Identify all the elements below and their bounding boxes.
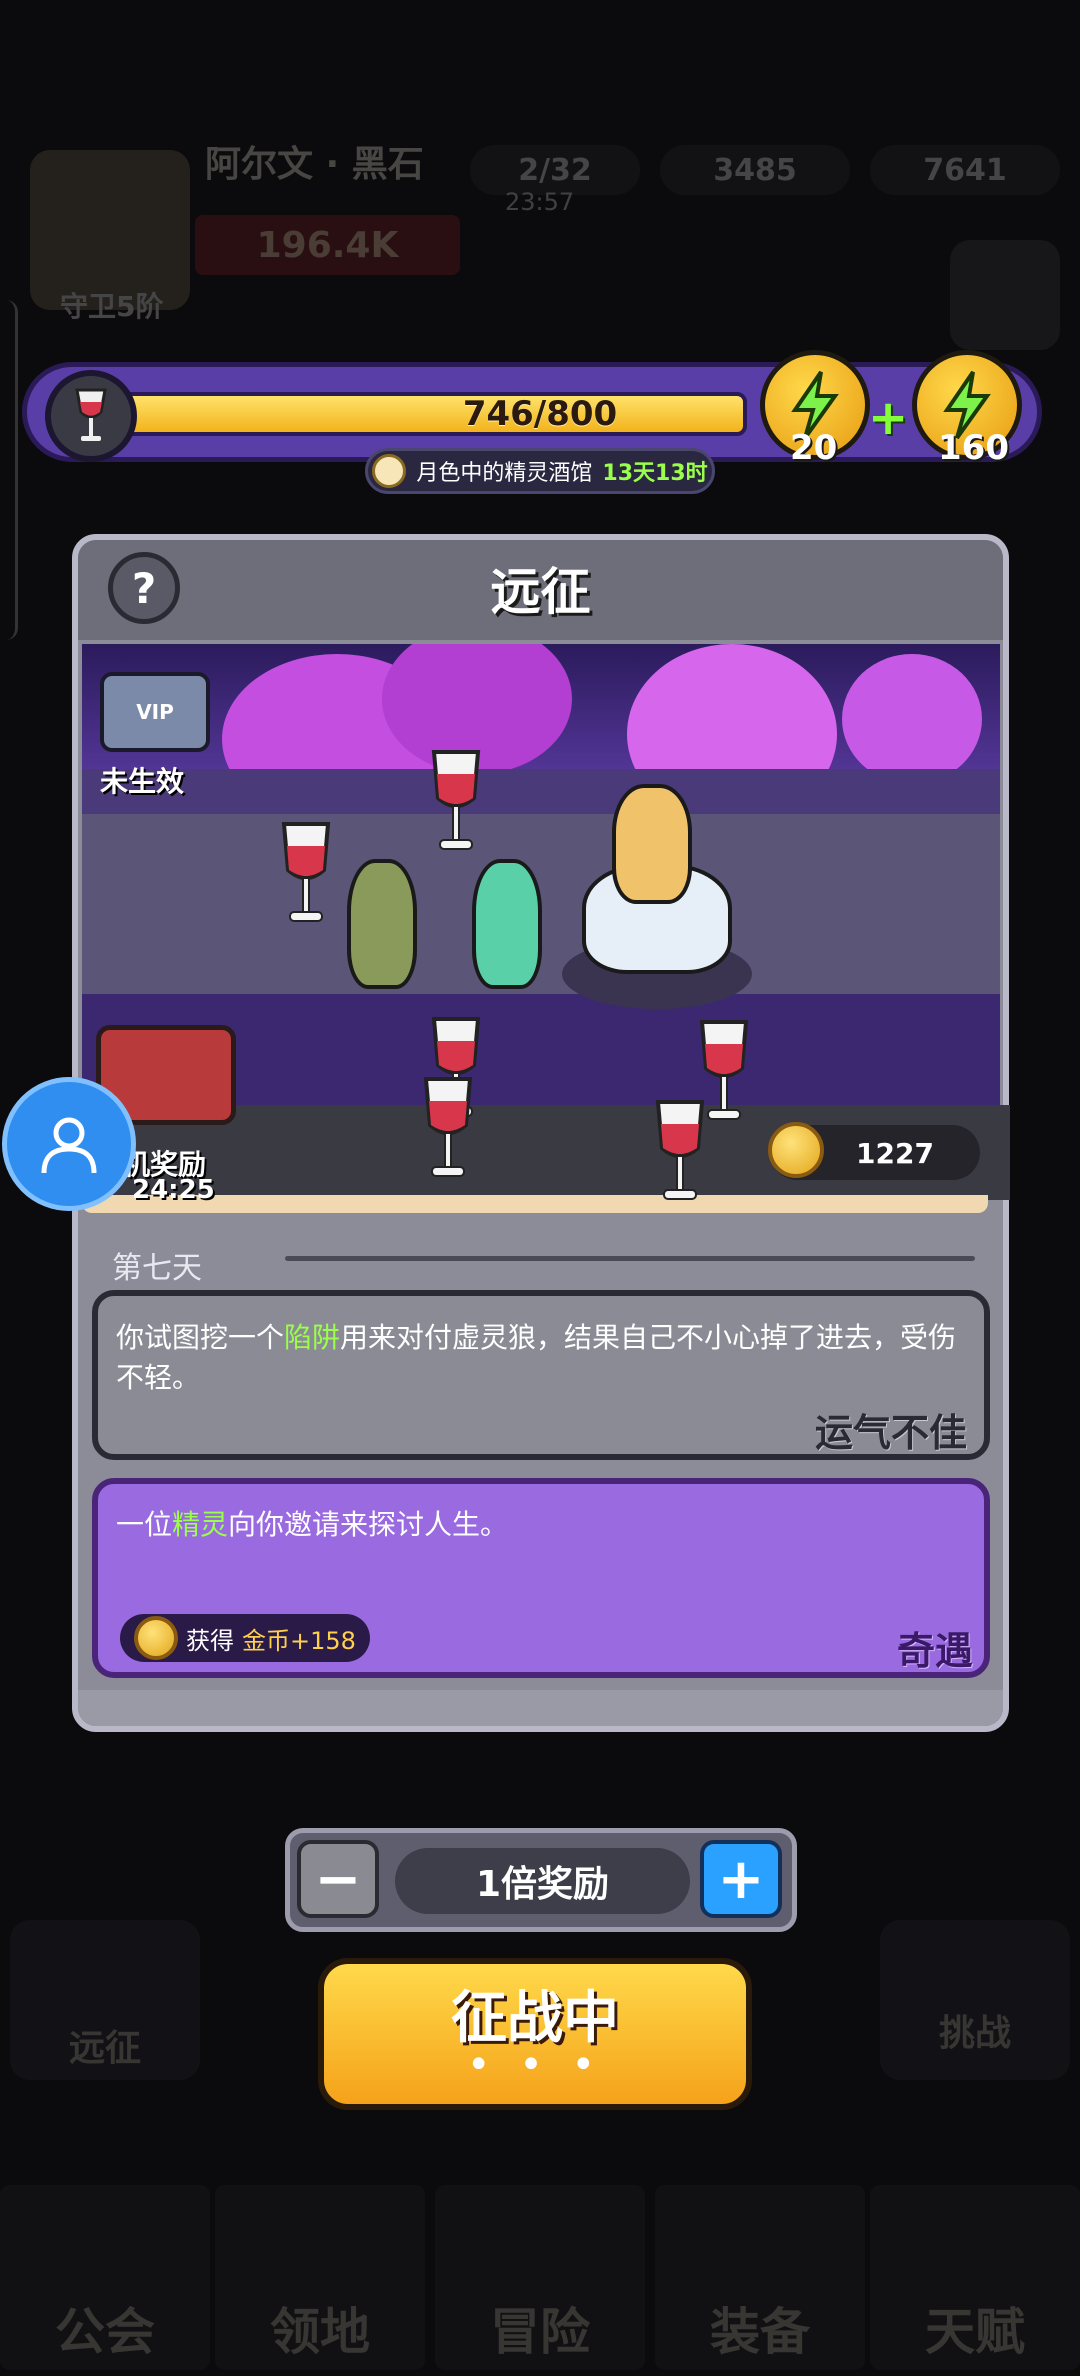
stamina-value: 2/32 — [518, 152, 592, 188]
coins-value: 7641 — [923, 152, 1007, 188]
zombie-enemy — [472, 859, 542, 989]
plus-icon: + — [717, 1846, 765, 1912]
reward-strip-edge — [82, 1195, 988, 1213]
multiplier-label: 1倍奖励 — [395, 1848, 690, 1914]
power-value: 196.4K — [256, 224, 399, 266]
clock-icon — [372, 454, 407, 488]
side-challenge: 挑战 — [880, 1920, 1070, 2080]
event-reward-pill: 获得 金币+158 — [120, 1614, 370, 1662]
tab-guild: 公会 — [0, 2185, 210, 2370]
tab-territory: 领地 — [215, 2185, 425, 2370]
stamina-timer: 23:57 — [505, 188, 575, 216]
gems-pill: 3485 — [660, 145, 850, 195]
tavern-name: 月色中的精灵酒馆 — [416, 461, 593, 486]
event-text-part: 向你邀请来探讨人生。 — [228, 1508, 509, 1541]
panel-footer — [78, 1690, 1003, 1726]
goblin-enemy — [347, 859, 417, 989]
decrease-multiplier-button[interactable]: − — [297, 1840, 379, 1918]
event-text: 一位精灵向你邀请来探讨人生。 — [116, 1505, 966, 1545]
menu-icon — [950, 240, 1060, 350]
question-icon: ? — [131, 563, 157, 613]
gold-amount: 1227 — [856, 1136, 934, 1170]
tab-talent: 天赋 — [870, 2185, 1080, 2370]
wine-glass-pickup[interactable] — [280, 820, 332, 930]
event-highlight: 精灵 — [172, 1508, 229, 1541]
event-highlight: 陷阱 — [284, 1321, 341, 1354]
tavern-time: 13天13时 — [602, 461, 708, 486]
tab-equipment: 装备 — [655, 2185, 865, 2370]
floating-user-button[interactable] — [2, 1077, 136, 1211]
hero-character — [612, 784, 692, 904]
vip-card-icon[interactable]: VIP — [100, 672, 210, 752]
side-expedition: 远征 — [10, 1920, 200, 2080]
increase-multiplier-button[interactable]: + — [700, 1840, 782, 1918]
event-text: 你试图挖一个陷阱用来对付虚灵狼，结果自己不小心掉了进去，受伤不轻。 — [116, 1318, 966, 1398]
wine-glass-icon — [45, 370, 137, 462]
gold-coin-icon — [768, 1122, 824, 1178]
event-tag: 奇遇 — [897, 1629, 974, 1673]
plus-icon: + — [868, 390, 909, 446]
day-divider — [285, 1256, 975, 1261]
gems-value: 3485 — [713, 152, 797, 188]
vip-status: 未生效 — [100, 765, 185, 798]
panel-title: 远征 — [490, 562, 591, 621]
wine-glass-pickup[interactable] — [430, 748, 482, 858]
energy-boost-small-value: 20 — [790, 428, 838, 468]
left-edge-tab[interactable] — [0, 300, 18, 640]
wine-glass-pickup[interactable] — [422, 1075, 474, 1185]
loading-dots: • • • — [466, 2042, 604, 2088]
help-button[interactable]: ? — [108, 552, 180, 624]
crystal-tree — [842, 654, 982, 784]
reward-item: 金币+158 — [242, 1626, 356, 1655]
event-tag: 运气不佳 — [815, 1411, 968, 1455]
coins-pill: 7641 — [870, 145, 1060, 195]
player-name: 阿尔文 · 黑石 — [205, 144, 424, 185]
afk-reward-timer: 24:25 — [132, 1175, 215, 1205]
tab-adventure: 冒险 — [435, 2185, 645, 2370]
scene-wall — [82, 769, 1000, 819]
reward-prefix: 获得 — [186, 1626, 235, 1655]
energy-boost-large-value: 160 — [938, 428, 1009, 468]
gold-coin-icon — [134, 1616, 179, 1660]
event-text-part: 一位 — [116, 1508, 173, 1541]
event-text-part: 你试图挖一个 — [116, 1321, 285, 1354]
user-icon — [41, 1117, 97, 1174]
power-banner: 196.4K — [195, 215, 460, 275]
minus-icon: − — [314, 1846, 362, 1912]
player-rank: 守卫5阶 — [60, 290, 164, 323]
wine-glass-pickup[interactable] — [654, 1098, 706, 1208]
day-label: 第七天 — [112, 1251, 202, 1286]
tavern-pill[interactable]: 月色中的精灵酒馆 13天13时 — [365, 448, 715, 494]
